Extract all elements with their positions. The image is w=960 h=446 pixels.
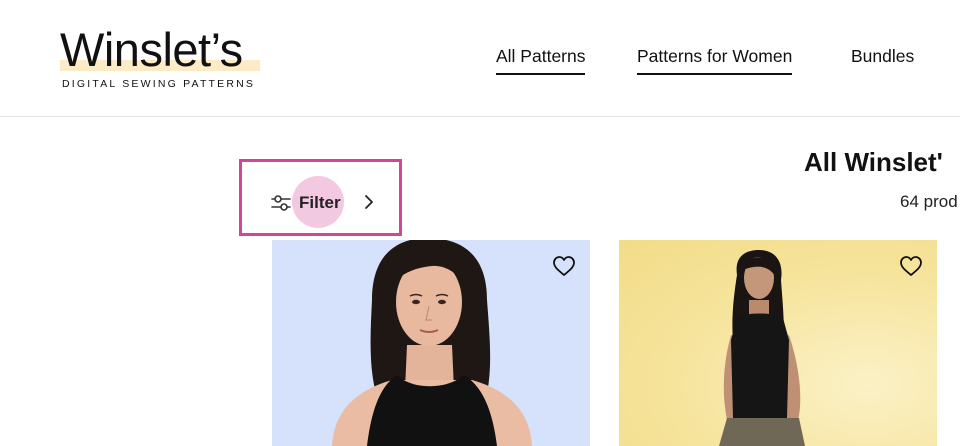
heart-icon[interactable]	[899, 255, 923, 277]
site-header: Winslet’s DIGITAL SEWING PATTERNS All Pa…	[0, 0, 960, 117]
sliders-icon	[271, 195, 291, 211]
heart-icon[interactable]	[552, 255, 576, 277]
nav-bundles[interactable]: Bundles	[851, 46, 914, 73]
nav-all-patterns[interactable]: All Patterns	[496, 46, 586, 75]
nav-patterns-for-women[interactable]: Patterns for Women	[637, 46, 793, 75]
filter-label: Filter	[299, 193, 341, 212]
product-image	[719, 250, 805, 446]
product-card[interactable]	[619, 240, 937, 446]
logo-wordmark: Winslet’s	[60, 23, 243, 76]
brand-logo[interactable]: Winslet’s DIGITAL SEWING PATTERNS	[60, 23, 265, 92]
filter-button[interactable]: Filter	[270, 186, 341, 220]
product-card[interactable]	[272, 240, 590, 446]
product-image	[332, 240, 532, 446]
logo-tagline: DIGITAL SEWING PATTERNS	[62, 78, 256, 90]
product-count: 64 prod	[900, 192, 958, 211]
chevron-right-icon[interactable]	[362, 193, 376, 211]
collection-title: All Winslet'	[804, 147, 943, 177]
